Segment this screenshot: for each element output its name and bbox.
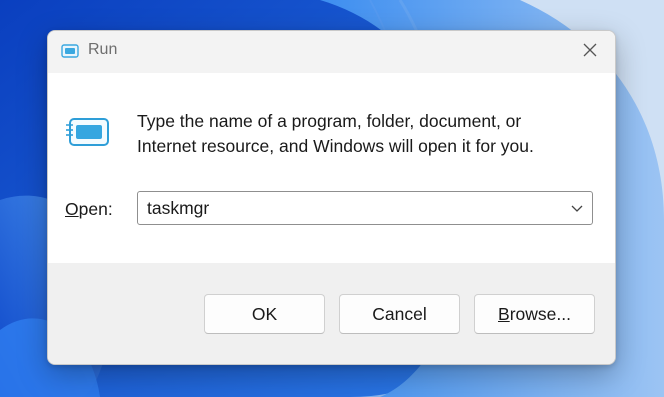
browse-accelerator: B xyxy=(498,303,510,324)
run-icon xyxy=(66,117,110,147)
description-line-2: Internet resource, and Windows will open… xyxy=(137,136,534,156)
close-button[interactable] xyxy=(575,37,605,67)
chevron-down-icon[interactable] xyxy=(569,200,585,216)
run-icon xyxy=(61,44,79,58)
open-input[interactable]: taskmgr xyxy=(147,198,209,219)
browse-button[interactable]: Browse... xyxy=(474,294,595,334)
run-dialog: Run Type the name of a program, folder, … xyxy=(47,30,616,365)
open-combobox[interactable]: taskmgr xyxy=(137,191,593,225)
open-label-text: pen: xyxy=(78,199,113,219)
open-label-accelerator: O xyxy=(65,199,79,219)
cancel-button[interactable]: Cancel xyxy=(339,294,460,334)
dialog-title: Run xyxy=(88,41,118,58)
ok-button[interactable]: OK xyxy=(204,294,325,334)
description-line-1: Type the name of a program, folder, docu… xyxy=(137,111,522,131)
dialog-body: Type the name of a program, folder, docu… xyxy=(48,73,615,263)
close-icon xyxy=(582,42,598,63)
open-label: Open: xyxy=(65,199,113,220)
button-bar: OK Cancel Browse... xyxy=(48,263,615,364)
title-bar[interactable]: Run xyxy=(48,31,615,73)
dialog-description: Type the name of a program, folder, docu… xyxy=(137,109,577,159)
browse-label: rowse... xyxy=(509,303,571,324)
